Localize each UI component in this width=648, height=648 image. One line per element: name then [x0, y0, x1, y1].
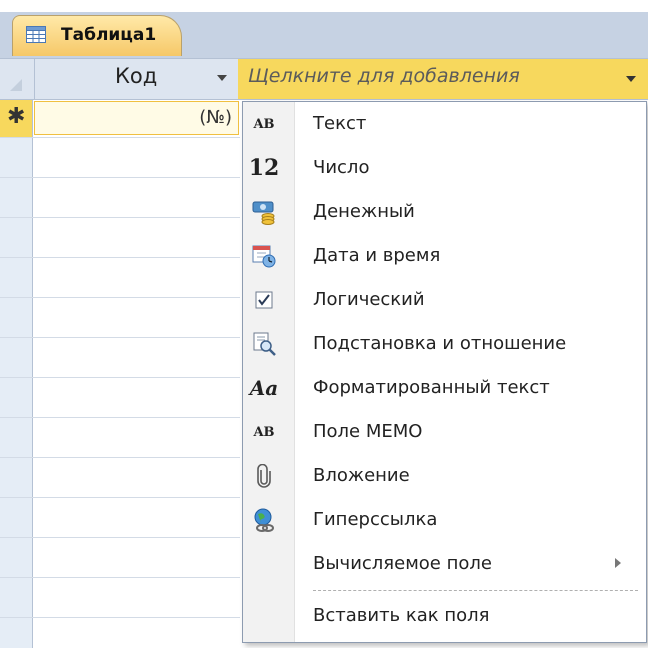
menu-item-label: Число [313, 157, 370, 178]
menu-item-datetime[interactable]: Дата и время [243, 234, 646, 278]
grid-row-line [0, 497, 240, 498]
grid-row-line [0, 457, 240, 458]
object-tab-strip: Таблица1 [0, 0, 648, 58]
menu-item-lookup[interactable]: Подстановка и отношение [243, 322, 646, 366]
menu-item-label: Поле МЕМО [313, 421, 423, 442]
new-record-selector[interactable]: ✱ [0, 100, 32, 137]
calendar-clock-icon [249, 242, 279, 270]
table-icon [26, 26, 46, 43]
menu-item-number[interactable]: 12 Число [243, 146, 646, 190]
new-record-row[interactable]: ✱ (№) [0, 100, 240, 137]
rich-text-icon: Aa [249, 376, 279, 400]
column-header-kod[interactable]: Код [34, 59, 238, 99]
menu-item-text[interactable]: AB Текст [243, 102, 646, 146]
menu-item-label: Вложение [313, 465, 410, 486]
menu-item-label: Вставить как поля [313, 605, 490, 626]
table-tab[interactable]: Таблица1 [12, 15, 182, 56]
menu-separator [313, 590, 638, 591]
autonumber-placeholder: (№) [199, 107, 232, 128]
grid-row-line [0, 377, 240, 378]
grid-row-line [0, 537, 240, 538]
column-header-add-new[interactable]: Щелкните для добавления [238, 59, 648, 99]
hyperlink-globe-icon [249, 506, 279, 534]
column-header-kod-label: Код [115, 64, 158, 88]
asterisk-icon: ✱ [7, 104, 26, 129]
menu-item-label: Текст [313, 113, 367, 134]
paperclip-icon [249, 462, 279, 490]
menu-item-label: Дата и время [313, 245, 441, 266]
row-selector-column [0, 100, 33, 648]
menu-item-paste-as-fields[interactable]: Вставить как поля [243, 594, 646, 638]
grid-row-line [0, 137, 240, 138]
chevron-down-icon[interactable] [217, 75, 227, 81]
grid-row-line [0, 617, 240, 618]
menu-item-attachment[interactable]: Вложение [243, 454, 646, 498]
chevron-down-icon [626, 76, 636, 82]
menu-item-calculated[interactable]: Вычисляемое поле [243, 542, 646, 586]
menu-item-rich-text[interactable]: Aa Форматированный текст [243, 366, 646, 410]
grid-row-line [0, 257, 240, 258]
menu-item-label: Вычисляемое поле [313, 553, 492, 574]
column-header-row: Код Щелкните для добавления [0, 58, 648, 100]
text-ab-icon: AB [253, 116, 275, 132]
checkbox-icon [249, 286, 279, 314]
grid-row-line [0, 417, 240, 418]
menu-item-label: Гиперссылка [313, 509, 438, 530]
chevron-right-icon [615, 558, 621, 568]
kod-cell[interactable]: (№) [34, 101, 239, 135]
menu-item-memo[interactable]: AB Поле МЕМО [243, 410, 646, 454]
add-field-dropdown-button[interactable] [616, 61, 646, 97]
grid-row-line [0, 177, 240, 178]
table-tab-label: Таблица1 [61, 25, 157, 45]
menu-item-label: Логический [313, 289, 425, 310]
menu-item-label: Форматированный текст [313, 377, 550, 398]
lookup-icon [249, 330, 279, 358]
memo-ab-icon: AB [253, 424, 275, 440]
select-all-corner[interactable] [0, 59, 32, 99]
grid-row-line [0, 217, 240, 218]
field-type-menu: AB Текст 12 Число Денежный Дата и время … [242, 101, 647, 643]
grid-row-line [0, 297, 240, 298]
grid-row-line [0, 577, 240, 578]
menu-item-hyperlink[interactable]: Гиперссылка [243, 498, 646, 542]
column-header-add-label: Щелкните для добавления [248, 65, 520, 87]
grid-row-line [0, 337, 240, 338]
menu-item-label: Подстановка и отношение [313, 333, 567, 354]
menu-item-boolean[interactable]: Логический [243, 278, 646, 322]
menu-item-label: Денежный [313, 201, 415, 222]
number-12-icon: 12 [248, 155, 280, 181]
menu-item-currency[interactable]: Денежный [243, 190, 646, 234]
currency-icon [249, 198, 279, 226]
